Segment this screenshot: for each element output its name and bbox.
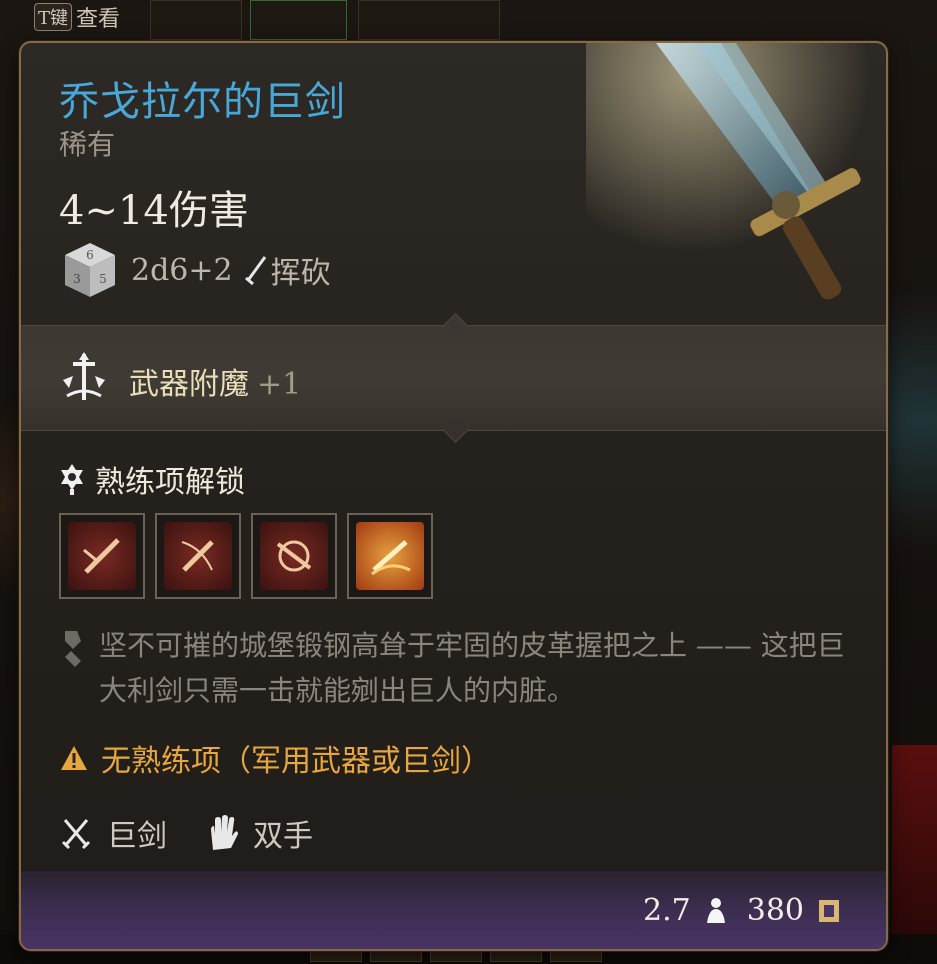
warning-text: 无熟练项（军用武器或巨剑） — [101, 744, 491, 779]
gold-coin-icon — [819, 899, 839, 922]
tooltip-footer: 2.7 380 — [21, 871, 886, 949]
svg-text:3: 3 — [73, 272, 81, 286]
item-weight: 2.7 — [643, 893, 691, 928]
proficiency-badge-icon — [61, 464, 83, 495]
weapon-properties: 巨剑 双手 — [59, 811, 313, 855]
key-hint-label: 查看 — [76, 7, 121, 32]
hotbar-red-panel — [892, 745, 937, 935]
svg-text:6: 6 — [86, 248, 94, 262]
warning-triangle-icon — [61, 746, 87, 770]
damage-range: 4~14伤害 — [59, 188, 249, 234]
two-handed-icon — [211, 815, 238, 850]
flavor-text-block: 坚不可摧的城堡锻钢高耸于牢固的皮革握把之上 —— 这把巨大利剑只需一击就能剜出巨… — [59, 623, 849, 713]
item-name: 乔戈拉尔的巨剑 — [59, 79, 346, 125]
weapon-action-slot[interactable] — [155, 513, 241, 599]
item-rarity: 稀有 — [59, 128, 116, 161]
inventory-slot[interactable] — [358, 0, 500, 40]
crossed-swords-icon — [61, 819, 91, 850]
enchantment-bonus: +1 — [257, 367, 302, 402]
flavor-text: 坚不可摧的城堡锻钢高耸于牢固的皮革握把之上 —— 这把巨大利剑只需一击就能剜出巨… — [99, 629, 845, 707]
pommel-strike-icon — [260, 522, 328, 590]
inventory-slot[interactable] — [250, 0, 347, 40]
inventory-slot[interactable] — [150, 0, 242, 40]
proficiency-unlock-header: 熟练项解锁 — [59, 457, 245, 501]
enchantment-name: 武器附魔 — [129, 367, 249, 402]
damage-type: 挥砍 — [270, 256, 331, 291]
d6-dice-icon: 6 3 5 — [65, 243, 115, 297]
svg-text:5: 5 — [99, 272, 107, 286]
band-notch-bottom — [442, 416, 469, 443]
key-hint: T键 查看 — [34, 0, 120, 34]
damage-dice-row: 6 3 5 2d6+2 挥砍 — [59, 239, 331, 301]
weapon-action-slot[interactable] — [251, 513, 337, 599]
weapon-action-slot[interactable] — [59, 513, 145, 599]
damage-dice: 2d6+2 — [131, 252, 233, 288]
weapon-actions — [59, 513, 433, 599]
item-tooltip: 乔戈拉尔的巨剑 稀有 4~14伤害 6 3 5 2d6+2 挥砍 武器附魔 +1… — [19, 41, 888, 951]
key-hint-key: T键 — [34, 3, 73, 31]
enchantment-label: 武器附魔 +1 — [129, 359, 301, 403]
greatsword-art-icon — [586, 43, 886, 343]
cleave-action-icon — [68, 522, 136, 590]
weapon-type: 巨剑 — [107, 819, 167, 854]
weight-value-row: 2.7 380 — [643, 893, 842, 928]
weapon-action-slot[interactable] — [347, 513, 433, 599]
enchantment-band: 武器附魔 +1 — [21, 313, 886, 443]
weight-icon — [706, 897, 725, 923]
slashing-icon — [244, 256, 266, 286]
weapon-enchantment-icon — [63, 352, 105, 400]
proficiency-unlock-label: 熟练项解锁 — [95, 465, 245, 500]
proficiency-warning: 无熟练项（军用武器或巨剑） — [59, 736, 491, 780]
band-notch-top — [442, 313, 469, 340]
quote-mark-icon — [65, 631, 81, 667]
flaming-slash-icon — [356, 522, 424, 590]
lacerate-action-icon — [164, 522, 232, 590]
handedness: 双手 — [253, 819, 313, 854]
item-value: 380 — [746, 893, 804, 928]
